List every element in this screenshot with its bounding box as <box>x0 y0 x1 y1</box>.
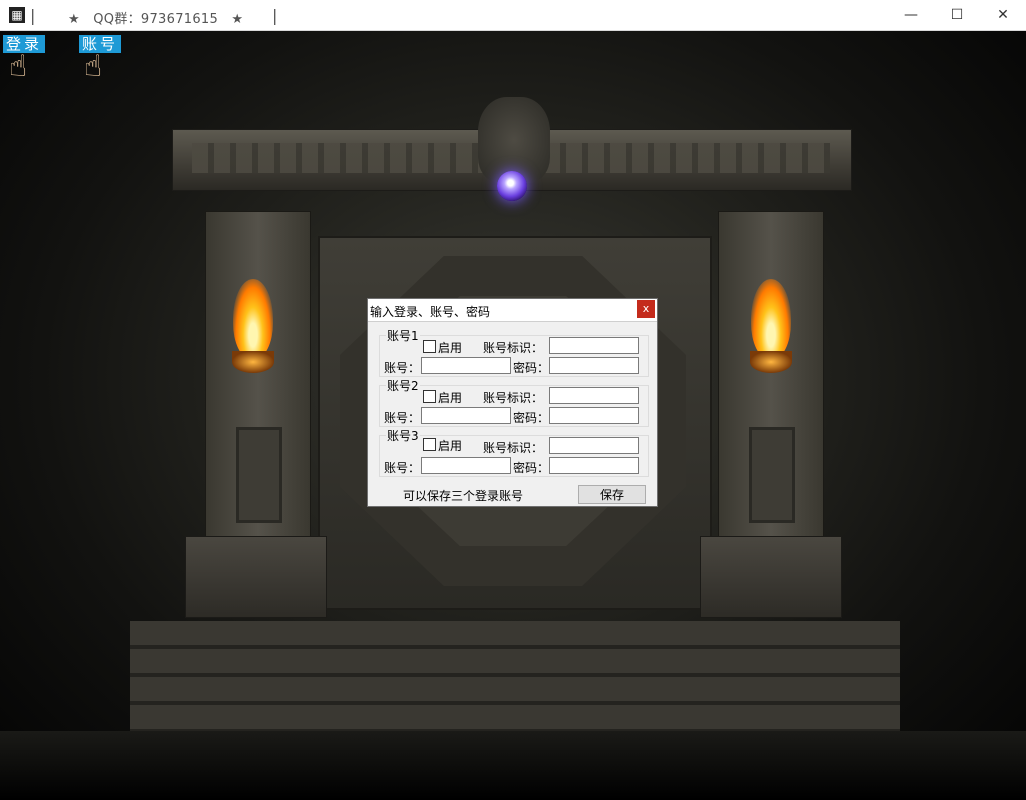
tag-label-2: 账号标识： <box>483 391 544 405</box>
tag-input-2[interactable] <box>549 387 639 404</box>
pillar-panel <box>236 427 282 523</box>
right-pillar-base <box>700 536 842 618</box>
lion-head-ornament <box>478 97 550 183</box>
right-torch <box>746 279 796 389</box>
enable-label-3: 启用 <box>438 439 463 453</box>
enable-checkbox-3[interactable] <box>423 438 436 451</box>
pointing-hand-icon: ☝ <box>9 49 28 84</box>
password-input-3[interactable] <box>549 457 639 474</box>
password-input-1[interactable] <box>549 357 639 374</box>
flame-icon <box>751 279 791 359</box>
minimize-button[interactable]: — <box>888 0 934 30</box>
password-label-2: 密码： <box>513 411 550 425</box>
torch-bowl <box>232 351 274 373</box>
title-separator-left: | <box>30 6 36 25</box>
dialog-close-button[interactable]: x <box>637 300 655 318</box>
group-label: 账号2 <box>386 377 420 394</box>
tag-label-3: 账号标识： <box>483 441 544 455</box>
tag-label-1: 账号标识： <box>483 341 544 355</box>
group-label: 账号3 <box>386 427 420 444</box>
stone-steps <box>130 621 900 741</box>
right-pillar <box>718 211 824 573</box>
group-label: 账号1 <box>386 327 420 344</box>
account-input-2[interactable] <box>421 407 511 424</box>
pointing-hand-icon: ☝ <box>84 49 103 84</box>
enable-label-1: 启用 <box>438 341 463 355</box>
password-label-3: 密码： <box>513 461 550 475</box>
enable-checkbox-2[interactable] <box>423 390 436 403</box>
torch-bowl <box>750 351 792 373</box>
dialog-titlebar: 输入登录、账号、密码 x <box>368 299 657 322</box>
tag-input-1[interactable] <box>549 337 639 354</box>
dialog-title: 输入登录、账号、密码 <box>370 305 491 319</box>
left-pillar <box>205 211 311 573</box>
password-input-2[interactable] <box>549 407 639 424</box>
tag-input-3[interactable] <box>549 437 639 454</box>
pillar-panel <box>749 427 795 523</box>
enable-label-2: 启用 <box>438 391 463 405</box>
window-titlebar: ▦ | ★ QQ群：973671615 ★ | — ☐ ✕ <box>0 0 1026 31</box>
left-pillar-base <box>185 536 327 618</box>
save-button[interactable]: 保存 <box>578 485 646 504</box>
maximize-icon: ☐ <box>950 7 964 23</box>
stone-floor <box>0 731 1026 800</box>
left-torch <box>228 279 278 389</box>
hint-text: 可以保存三个登录账号 <box>403 489 524 503</box>
flame-icon <box>233 279 273 359</box>
title-separator-right: | <box>272 6 278 25</box>
password-label-1: 密码： <box>513 361 550 375</box>
enable-checkbox-1[interactable] <box>423 340 436 353</box>
minimize-icon: — <box>904 7 918 23</box>
account-input-3[interactable] <box>421 457 511 474</box>
account-label-3: 账号： <box>384 461 421 475</box>
account-label-2: 账号： <box>384 411 421 425</box>
close-button[interactable]: ✕ <box>980 0 1026 30</box>
app-icon[interactable]: ▦ <box>9 7 25 23</box>
window-title: ★ QQ群：973671615 ★ <box>68 12 244 27</box>
account-input-1[interactable] <box>421 357 511 374</box>
purple-orb <box>497 171 527 201</box>
account-label-1: 账号： <box>384 361 421 375</box>
maximize-button[interactable]: ☐ <box>934 0 980 30</box>
close-icon: ✕ <box>997 7 1009 23</box>
account-dialog: 输入登录、账号、密码 x 账号1 启用 账号标识： 账号： 密码： 账号2 启用… <box>367 298 658 507</box>
